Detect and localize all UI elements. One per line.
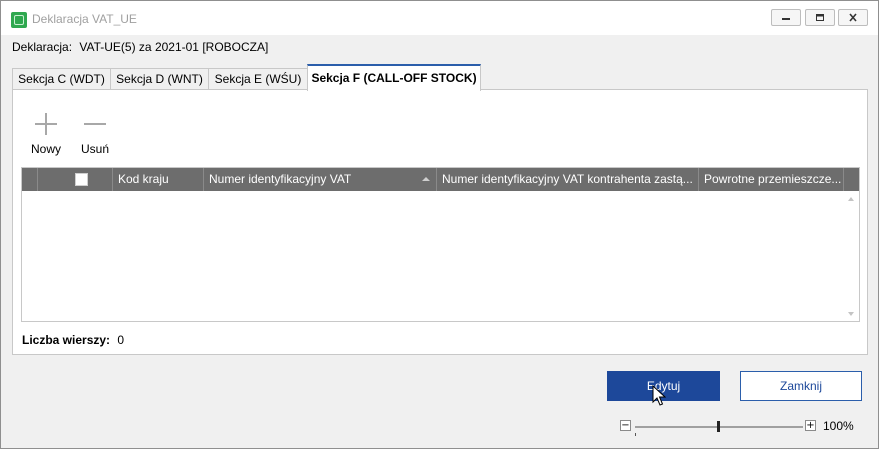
column-header-numer-vat-label: Numer identyfikacyjny VAT xyxy=(209,172,352,186)
minus-icon xyxy=(84,123,106,125)
grid-vertical-scrollbar[interactable] xyxy=(845,191,859,321)
tab-sekcja-f[interactable]: Sekcja F (CALL-OFF STOCK) xyxy=(307,64,481,91)
tab-sekcja-e[interactable]: Sekcja E (WŚU) xyxy=(208,68,308,90)
delete-button[interactable]: Usuń xyxy=(75,112,115,156)
declaration-label: Deklaracja: xyxy=(12,40,73,54)
column-header-numer-vat-kontrahenta[interactable]: Numer identyfikacyjny VAT kontrahenta za… xyxy=(437,168,699,191)
delete-button-label: Usuń xyxy=(80,142,109,156)
close-icon xyxy=(849,13,857,22)
row-count: Liczba wierszy: 0 xyxy=(22,333,124,347)
row-count-value: 0 xyxy=(117,333,125,347)
declaration-info: Deklaracja: VAT-UE(5) za 2021-01 [ROBOCZ… xyxy=(12,40,268,54)
window-title: Deklaracja VAT_UE xyxy=(32,12,137,26)
select-all-checkbox[interactable] xyxy=(75,173,88,186)
scroll-down-icon[interactable] xyxy=(848,312,854,316)
scroll-up-icon[interactable] xyxy=(848,197,854,201)
app-icon xyxy=(11,12,27,28)
grid-header-filler xyxy=(844,168,859,191)
grid-select-all-header xyxy=(38,168,113,191)
sort-ascending-icon xyxy=(422,177,430,181)
title-bar[interactable]: Deklaracja VAT_UE xyxy=(1,1,878,35)
maximize-button[interactable] xyxy=(805,9,835,26)
column-header-powrotne[interactable]: Powrotne przemieszcze... xyxy=(699,168,844,191)
grid-row-indicator-header xyxy=(22,168,38,191)
mouse-cursor-icon xyxy=(652,385,666,406)
maximize-icon xyxy=(816,14,824,21)
zoom-slider-thumb[interactable] xyxy=(717,421,720,432)
zoom-out-button[interactable]: − xyxy=(620,420,631,431)
zoom-slider-tick xyxy=(635,433,636,436)
tab-sekcja-d[interactable]: Sekcja D (WNT) xyxy=(110,68,209,90)
minimize-button[interactable] xyxy=(771,9,801,26)
zoom-in-button[interactable]: + xyxy=(805,420,816,431)
plus-icon xyxy=(35,113,57,135)
zoom-level: 100% xyxy=(823,419,854,433)
minimize-icon xyxy=(782,18,790,20)
new-button-label: Nowy xyxy=(30,142,61,156)
tab-content-panel: Nowy Usuń Kod kraju Numer identyfikacyjn… xyxy=(12,89,868,355)
close-button[interactable] xyxy=(838,9,868,26)
data-grid[interactable]: Kod kraju Numer identyfikacyjny VAT Nume… xyxy=(21,167,860,322)
dialog-window: Deklaracja VAT_UE Deklaracja: VAT-UE(5) … xyxy=(0,0,879,449)
declaration-value: VAT-UE(5) za 2021-01 [ROBOCZA] xyxy=(79,40,269,54)
column-header-numer-vat[interactable]: Numer identyfikacyjny VAT xyxy=(204,168,437,191)
row-count-label: Liczba wierszy: xyxy=(22,333,111,347)
grid-header: Kod kraju Numer identyfikacyjny VAT Nume… xyxy=(22,168,859,191)
close-dialog-button[interactable]: Zamknij xyxy=(740,371,862,401)
new-button[interactable]: Nowy xyxy=(26,112,66,156)
column-header-kod-kraju[interactable]: Kod kraju xyxy=(113,168,204,191)
tab-sekcja-c[interactable]: Sekcja C (WDT) xyxy=(12,68,111,90)
